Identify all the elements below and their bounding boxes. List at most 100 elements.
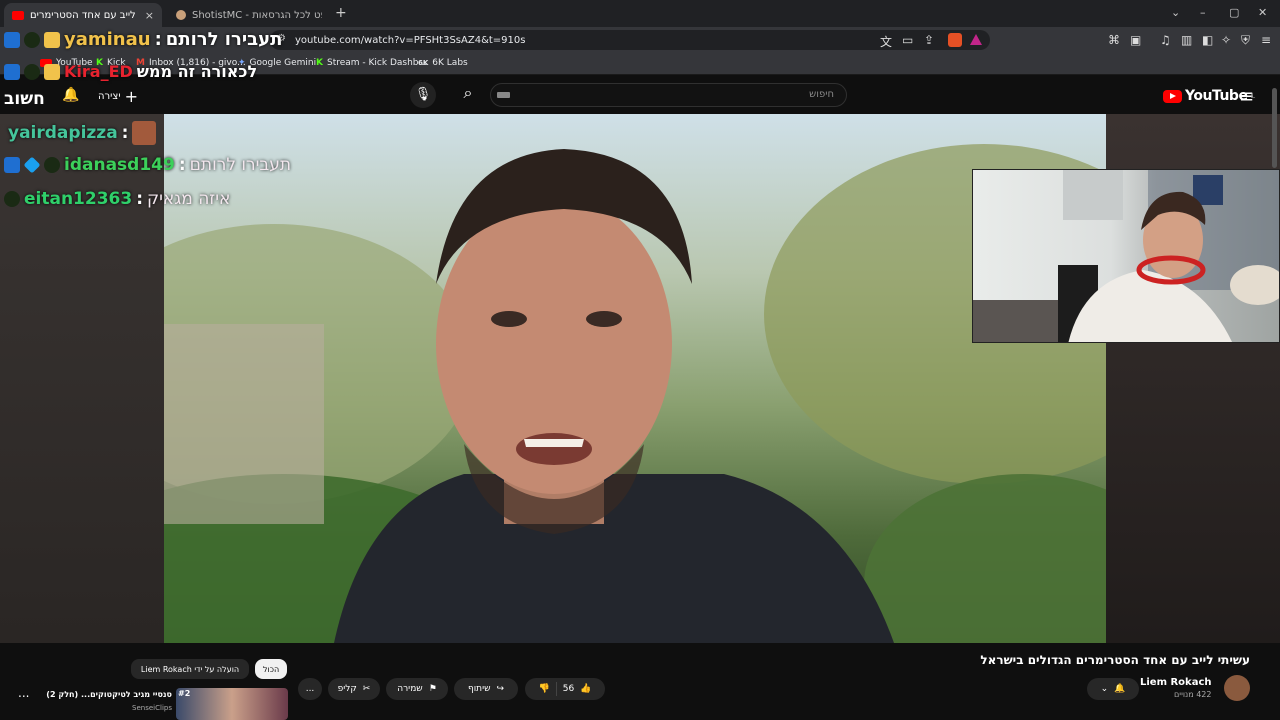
- video-title: עשיתי לייב עם אחד הסטרימרים הגדולים בישר…: [980, 653, 1250, 667]
- crown-badge-icon: [44, 31, 60, 48]
- translate-icon[interactable]: 文: [880, 33, 892, 50]
- chat-username: eitan12363: [24, 189, 133, 209]
- brave-rewards-icon[interactable]: [970, 34, 982, 45]
- chat-separator: :: [136, 189, 144, 209]
- search-icon: ⌕: [463, 83, 473, 102]
- chat-username: idanasd149: [64, 155, 175, 175]
- tab-title: עשיתי לייב עם אחד הסטרימרים: [30, 9, 139, 21]
- channel-avatar[interactable]: [1224, 675, 1250, 701]
- leo-ai-icon[interactable]: ✧: [1221, 33, 1231, 47]
- youtube-icon: [12, 10, 24, 20]
- divider: [555, 682, 557, 696]
- minimize-button[interactable]: –: [1200, 6, 1206, 19]
- url-text: youtube.com/watch?v=PFSHt3SsAZ4&t=910s: [295, 34, 526, 46]
- browser-menu-icon[interactable]: ≡: [1261, 33, 1271, 47]
- save-button[interactable]: שמירה ⚑: [386, 678, 448, 700]
- keyboard-icon[interactable]: [497, 92, 510, 98]
- chat-message: yaminau : תעבירו לרותם: [4, 29, 282, 50]
- labs-icon: 6K: [418, 59, 429, 67]
- chat-message: yairdapizza :: [8, 121, 157, 145]
- sidebar-icon[interactable]: ▣: [1130, 33, 1141, 47]
- cast-icon[interactable]: ▭: [902, 33, 913, 47]
- recommendation-rank: #2: [178, 689, 191, 698]
- chat-message: eitan12363 : איזה מגאיק: [4, 189, 230, 209]
- youtube-play-icon: [1163, 89, 1182, 103]
- recommendation-menu-icon[interactable]: ...: [18, 686, 29, 700]
- tab-inactive[interactable]: ShotistMC - מיינקראפט לכל הגרסאות: [168, 3, 330, 27]
- like-icon[interactable]: 👍: [580, 684, 591, 694]
- chevron-down-icon: ⌄: [1100, 684, 1109, 694]
- close-window-button[interactable]: ✕: [1258, 6, 1267, 19]
- share-label: שיתוף: [467, 684, 491, 694]
- close-tab-icon[interactable]: ×: [145, 9, 154, 22]
- bookmark-6k-labs[interactable]: 6K 6K Labs: [418, 58, 468, 68]
- extensions-icon[interactable]: ⌘: [1108, 33, 1120, 47]
- recommendation-channel[interactable]: SenseiClips: [100, 704, 172, 712]
- prime-badge-icon: [4, 31, 20, 48]
- like-dislike-group: 👎 56 👍: [525, 678, 605, 700]
- share-icon[interactable]: ⇪: [924, 33, 934, 47]
- chat-username: yairdapizza: [8, 123, 118, 143]
- chat-separator: :: [154, 29, 162, 50]
- bookmark-icon: ⚑: [428, 684, 437, 694]
- save-label: שמירה: [397, 684, 423, 694]
- tab-title: ShotistMC - מיינקראפט לכל הגרסאות: [192, 9, 322, 21]
- video-player[interactable]: [164, 114, 1106, 643]
- subscriber-count: 422 מנויים: [1173, 690, 1212, 699]
- sub-badge-icon: [44, 157, 60, 173]
- search-button[interactable]: ⌕: [449, 83, 487, 107]
- bookmark-kick-dashboard[interactable]: K Stream - Kick Dashb...: [316, 58, 427, 68]
- share-button[interactable]: שיתוף ↪: [454, 678, 518, 700]
- prime-badge-icon: [4, 63, 20, 80]
- logo-region: IL: [1250, 92, 1255, 100]
- recommendation-title[interactable]: סנסיי מגיב לטיקטוקים... (חלק 2): [40, 690, 172, 699]
- prime-badge-icon: [4, 157, 20, 173]
- bookmark-label: 6K Labs: [432, 58, 468, 68]
- clip-button[interactable]: קליפ ✂: [328, 678, 380, 700]
- account-label[interactable]: חשוב: [4, 89, 45, 109]
- scissors-icon: ✂: [362, 684, 371, 694]
- maximize-button[interactable]: ▢: [1229, 6, 1239, 19]
- chat-username: yaminau: [64, 29, 151, 50]
- chat-message: Kira_ED לכאורה זה ממש: [4, 62, 257, 81]
- sub-badge-icon: [24, 31, 40, 48]
- brave-shield-icon[interactable]: [948, 33, 962, 47]
- gem-badge-icon: [23, 156, 41, 174]
- chat-username: Kira_ED: [64, 62, 133, 81]
- channel-info[interactable]: Liem Rokach 422 מנויים: [1140, 677, 1212, 699]
- subscription-button[interactable]: ⌄ 🔔: [1087, 678, 1139, 700]
- tab-search-icon[interactable]: ⌄: [1171, 6, 1180, 19]
- chip-all[interactable]: הכול: [255, 659, 288, 679]
- bookmark-label: Stream - Kick Dashb...: [326, 58, 428, 68]
- music-icon[interactable]: ♫: [1160, 33, 1171, 47]
- streamer-webcam: [972, 169, 1280, 343]
- share-arrow-icon: ↪: [496, 684, 505, 694]
- voice-search-button[interactable]: 🎙: [410, 82, 436, 108]
- create-button[interactable]: יצירה +: [98, 87, 138, 106]
- wallet-icon[interactable]: ◧: [1202, 33, 1213, 47]
- chat-separator: :: [178, 155, 186, 175]
- chat-text: לכאורה זה ממש: [136, 62, 258, 81]
- sub-badge-icon: [4, 191, 20, 207]
- page-scrollbar[interactable]: [1272, 88, 1277, 168]
- search-input[interactable]: חיפוש: [490, 83, 847, 107]
- new-tab-button[interactable]: +: [335, 5, 347, 21]
- chip-uploaded-by[interactable]: הועלה על ידי Liem Rokach: [131, 659, 249, 679]
- notifications-bell-icon[interactable]: 🔔: [62, 87, 79, 103]
- channel-name[interactable]: Liem Rokach: [1140, 677, 1212, 688]
- recommendation-thumbnail[interactable]: [176, 688, 288, 720]
- avatar-icon: [176, 10, 186, 20]
- emote-icon: [132, 121, 157, 145]
- reading-list-icon[interactable]: ▥: [1181, 33, 1192, 47]
- webcam-frame: [973, 170, 1279, 342]
- tab-active[interactable]: עשיתי לייב עם אחד הסטרימרים ×: [4, 3, 162, 27]
- youtube-logo[interactable]: YouTube IL: [1163, 88, 1255, 104]
- create-label: יצירה: [98, 91, 121, 102]
- dislike-icon[interactable]: 👎: [539, 684, 550, 694]
- more-actions-button[interactable]: ...: [298, 678, 322, 700]
- vpn-icon[interactable]: ⛨: [1241, 33, 1250, 48]
- sub-badge-icon: [24, 63, 40, 80]
- bell-icon: 🔔: [1114, 684, 1126, 694]
- like-count[interactable]: 56: [563, 684, 574, 694]
- chat-message: idanasd149 : תעבירו לרותם: [4, 155, 291, 175]
